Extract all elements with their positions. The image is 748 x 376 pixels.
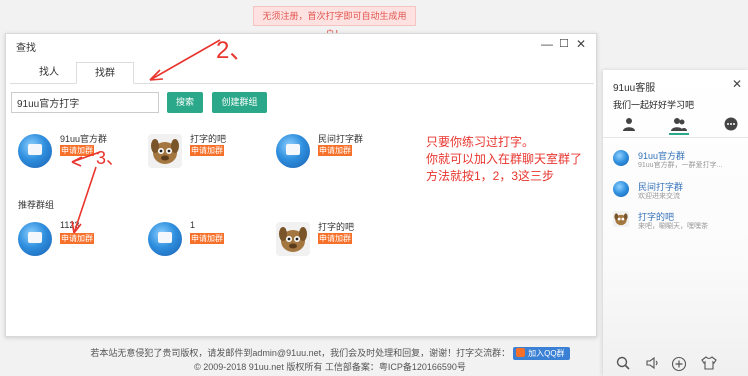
group-icon[interactable] bbox=[669, 117, 689, 135]
panel-close-button[interactable]: ✕ bbox=[732, 77, 742, 91]
annotation-step-2: 2、 bbox=[216, 37, 254, 64]
volume-icon[interactable] bbox=[645, 356, 661, 372]
shirt-icon[interactable] bbox=[701, 356, 717, 372]
join-qq-button[interactable]: 加入QQ群 bbox=[513, 347, 570, 361]
group-avatar bbox=[613, 211, 629, 227]
panel-group-desc: 91uu官方群，一群爱打字... bbox=[638, 162, 723, 169]
qq-icon bbox=[516, 348, 526, 358]
person-icon[interactable] bbox=[619, 117, 639, 135]
group-avatar bbox=[613, 150, 629, 166]
footer-copyright: © 2009-2018 91uu.net 版权所有 工信部备案：粤ICP备120… bbox=[194, 362, 466, 372]
footer-notice: 若本站无意侵犯了贵司版权，请发邮件到admin@91uu.net，我们会及时处理… bbox=[0, 346, 660, 361]
panel-title: 91uu客服 bbox=[613, 83, 656, 94]
panel-toolbar bbox=[603, 352, 748, 376]
panel-subtitle: 我们一起好好学习吧 bbox=[613, 100, 695, 110]
annotation-step-3: 3、 bbox=[96, 148, 125, 168]
join-qq-label: 加入QQ群 bbox=[528, 349, 565, 359]
panel-group-desc: 来吧，唰唰天，嘿嘿茶 bbox=[638, 223, 708, 230]
panel-tabs bbox=[603, 114, 748, 138]
support-panel: 91uu客服 ✕ 我们一起好好学习吧 91uu官方群 91uu官方群，一群爱打字… bbox=[603, 70, 748, 376]
footer-text: 若本站无意侵犯了贵司版权，请发邮件到admin@91uu.net，我们会及时处理… bbox=[90, 348, 511, 358]
panel-group-desc: 欢迎进来交流 bbox=[638, 193, 680, 200]
search-icon[interactable] bbox=[615, 356, 631, 372]
chat-icon[interactable] bbox=[721, 117, 741, 135]
plus-icon[interactable] bbox=[671, 356, 687, 372]
group-avatar bbox=[613, 181, 629, 197]
